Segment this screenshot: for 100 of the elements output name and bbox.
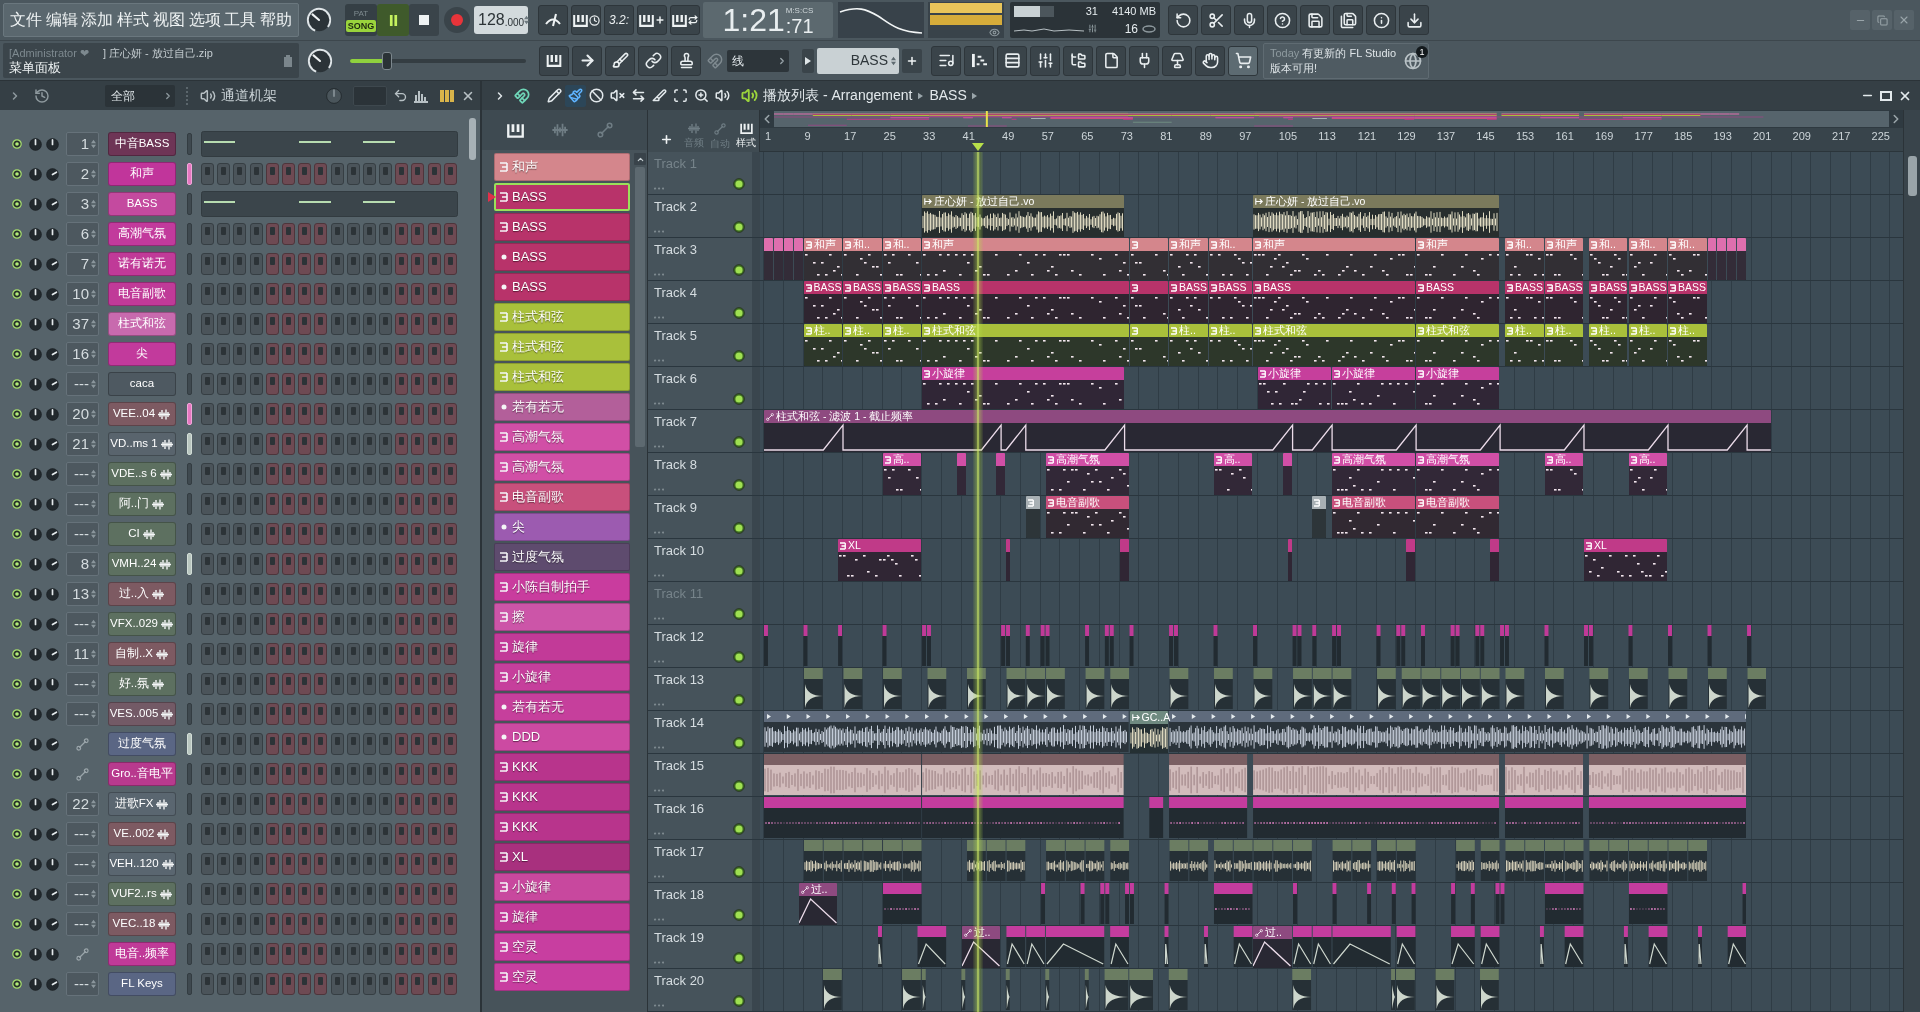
knob-icon[interactable] [29, 197, 42, 211]
pattern-item[interactable]: 和声 [494, 153, 630, 181]
channel-button[interactable]: 阿..门 [108, 492, 176, 516]
more-icon[interactable] [654, 359, 664, 362]
knob-icon[interactable] [46, 377, 59, 391]
pattern-clip[interactable]: 高.. [882, 453, 922, 495]
more-icon[interactable] [654, 230, 664, 233]
pattern-clip[interactable]: BASS [1505, 281, 1544, 323]
pattern-clip[interactable] [764, 238, 773, 280]
knob-icon[interactable] [46, 677, 59, 691]
channel-button[interactable]: VUF2..rs [108, 882, 176, 906]
pattern-clip[interactable]: 小旋律 [922, 367, 1124, 409]
pattern-item[interactable]: 电音副歌 [494, 483, 630, 511]
number-field[interactable]: 3 [66, 192, 99, 216]
tempo-field[interactable]: 128.000 [474, 6, 528, 34]
channel-button[interactable]: 电音..频率 [108, 942, 176, 966]
knob-icon[interactable] [46, 977, 59, 991]
knob-icon[interactable] [46, 167, 59, 181]
playlist-overview[interactable] [774, 111, 1889, 127]
track-header[interactable]: Track 14 [648, 711, 760, 753]
pattern-clip[interactable]: 和声 [803, 238, 843, 280]
track-header[interactable]: Track 15 [648, 754, 760, 796]
pattern-item[interactable]: BASS [494, 243, 630, 271]
pattern-item[interactable]: DDD [494, 723, 630, 751]
number-field[interactable]: --- [66, 522, 99, 546]
knob-icon[interactable] [29, 647, 42, 661]
led-icon[interactable] [733, 780, 745, 792]
knob-icon[interactable] [29, 707, 42, 721]
pattern-clip[interactable]: 高.. [1628, 453, 1667, 495]
pattern-clip[interactable] [1129, 238, 1169, 280]
channel-button[interactable]: caca [108, 372, 176, 396]
audio-clip[interactable]: GC..A [1129, 711, 1169, 753]
pattern-clip[interactable] [793, 238, 803, 280]
pattern-clip[interactable]: BASS [922, 281, 1129, 323]
breadcrumb-item[interactable]: BASS [929, 85, 967, 106]
add-pattern-button[interactable] [902, 48, 922, 73]
filter-dropdown[interactable]: 全部 [105, 84, 175, 107]
led-icon[interactable] [733, 221, 745, 233]
knob-icon[interactable] [46, 527, 59, 541]
pattern-item[interactable]: KKK [494, 783, 630, 811]
knob-icon[interactable] [29, 287, 42, 301]
knob-icon[interactable] [29, 437, 42, 451]
more-icon[interactable] [654, 918, 664, 921]
track-header[interactable]: Track 7 [648, 410, 760, 452]
play-button[interactable] [377, 4, 409, 36]
pattern-clip[interactable]: BASS [1544, 281, 1584, 323]
mode-toggle[interactable]: PAT [351, 8, 371, 19]
number-field[interactable]: --- [66, 372, 99, 396]
number-field[interactable]: 8 [66, 552, 99, 576]
channel-button[interactable]: VE..002 [108, 822, 176, 846]
knob-icon[interactable] [46, 617, 59, 631]
led-icon[interactable] [733, 823, 745, 835]
pattern-clip[interactable] [996, 453, 1006, 495]
metronome-button[interactable] [538, 5, 568, 35]
knob-icon[interactable] [29, 377, 42, 391]
led-icon[interactable] [733, 737, 745, 749]
automation-clip[interactable]: 柱式和弦 - 滤波 1 - 截止频率 [764, 410, 1771, 452]
pattern-clip[interactable] [1129, 281, 1169, 323]
plugin-button[interactable] [1129, 45, 1159, 76]
led-icon[interactable] [733, 909, 745, 921]
menu-item[interactable]: 视图 [152, 12, 185, 28]
pattern-clip[interactable]: 和.. [1505, 238, 1544, 280]
led-icon[interactable] [733, 393, 745, 405]
pattern-clip[interactable] [783, 238, 793, 280]
track-header[interactable]: Track 3 [648, 238, 760, 280]
pattern-item[interactable]: XL [494, 843, 630, 871]
number-field[interactable]: --- [66, 702, 99, 726]
knob-icon[interactable] [29, 317, 42, 331]
led-icon[interactable] [733, 522, 745, 534]
pattern-item[interactable]: 尖 [494, 513, 630, 541]
channel-button[interactable]: 自制..X [108, 642, 176, 666]
pattern-clip[interactable] [1287, 539, 1292, 581]
stop-button[interactable] [409, 4, 439, 36]
pattern-item[interactable]: 旋律 [494, 903, 630, 931]
knob-icon[interactable] [46, 947, 59, 961]
number-field[interactable]: --- [66, 882, 99, 906]
wait-input-button[interactable] [571, 5, 601, 35]
tool-button[interactable] [565, 84, 586, 107]
channel-button[interactable]: 诺有诺无 [108, 252, 176, 276]
pattern-clip[interactable]: BASS [843, 281, 882, 323]
knob-icon[interactable] [29, 677, 42, 691]
pattern-clip[interactable]: BASS [1208, 281, 1253, 323]
knob-icon[interactable] [29, 467, 42, 481]
more-icon[interactable] [654, 402, 664, 405]
knob-icon[interactable] [306, 46, 334, 75]
more-icon[interactable] [654, 445, 664, 448]
number-field[interactable]: --- [66, 822, 99, 846]
track-header[interactable]: Track 13 [648, 668, 760, 710]
pattern-clip[interactable]: BASS [1628, 281, 1667, 323]
more-icon[interactable] [654, 961, 664, 964]
number-field[interactable]: 10 [66, 282, 99, 306]
track-header[interactable]: Track 2 [648, 195, 760, 237]
filter-tab[interactable]: 样式 [734, 123, 758, 150]
led-icon[interactable] [733, 651, 745, 663]
knob-icon[interactable] [29, 947, 42, 961]
knob-icon[interactable] [46, 287, 59, 301]
knob-icon[interactable] [46, 407, 59, 421]
pattern-clip[interactable] [1025, 496, 1040, 538]
channel-button[interactable]: VEC..18 [108, 912, 176, 936]
led-icon[interactable] [733, 479, 745, 491]
